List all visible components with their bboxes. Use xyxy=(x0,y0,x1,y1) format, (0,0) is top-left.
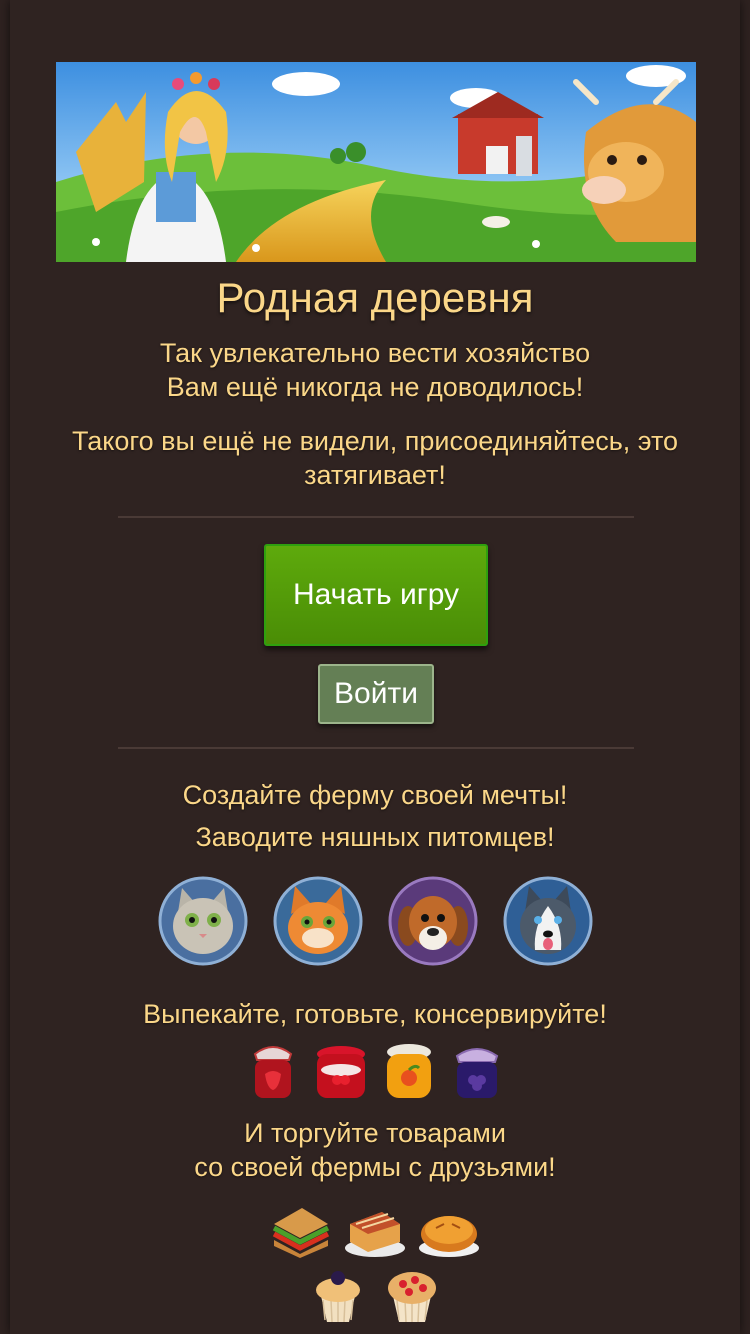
cat-gray-icon xyxy=(158,876,247,966)
cat-ginger-icon xyxy=(273,876,362,966)
divider-top xyxy=(118,516,634,518)
feature-pets: Заводите няшных питомцев! xyxy=(195,822,555,852)
raspberry-muffin-icon xyxy=(388,1272,436,1323)
blackberry-jam-icon xyxy=(455,1048,499,1098)
apricot-jam-icon xyxy=(387,1044,431,1098)
game-banner-image xyxy=(56,62,696,262)
feature-trade-line-2: со своей фермы с друзьями! xyxy=(194,1152,556,1182)
foods-row-1 xyxy=(10,1202,740,1260)
tagline-line-2: Вам ещё никогда не доводилось! xyxy=(166,372,584,402)
pets-row xyxy=(10,876,740,966)
feature-farm: Создайте ферму своей мечты! xyxy=(182,780,568,810)
feature-trade-line-1: И торгуйте товарами xyxy=(244,1118,506,1148)
dog-husky-icon xyxy=(503,876,592,966)
sandwich-icon xyxy=(272,1208,330,1258)
cherry-jam-icon xyxy=(317,1046,365,1098)
strawberry-jam-icon xyxy=(253,1046,293,1098)
invite-line-2: затягивает! xyxy=(304,460,446,490)
blackberry-muffin-icon xyxy=(316,1271,360,1323)
feature-cooking: Выпекайте, готовьте, консервируйте! xyxy=(143,999,607,1029)
landing-page: Родная деревня Так увлекательно вести хо… xyxy=(10,0,740,1334)
pie-icon xyxy=(419,1216,479,1257)
jars-row xyxy=(10,1040,740,1102)
tagline-line-1: Так увлекательно вести хозяйство xyxy=(159,338,591,368)
cake-slice-icon xyxy=(345,1212,405,1257)
divider-bottom xyxy=(118,747,634,749)
game-title: Родная деревня xyxy=(216,274,534,321)
invite-line-1: Такого вы ещё не видели, присоединяйтесь… xyxy=(71,426,679,456)
foods-row-2 xyxy=(10,1266,740,1324)
start-game-button[interactable]: Начать игру xyxy=(264,544,488,646)
dog-beagle-icon xyxy=(388,876,477,966)
login-button[interactable]: Войти xyxy=(318,664,434,724)
